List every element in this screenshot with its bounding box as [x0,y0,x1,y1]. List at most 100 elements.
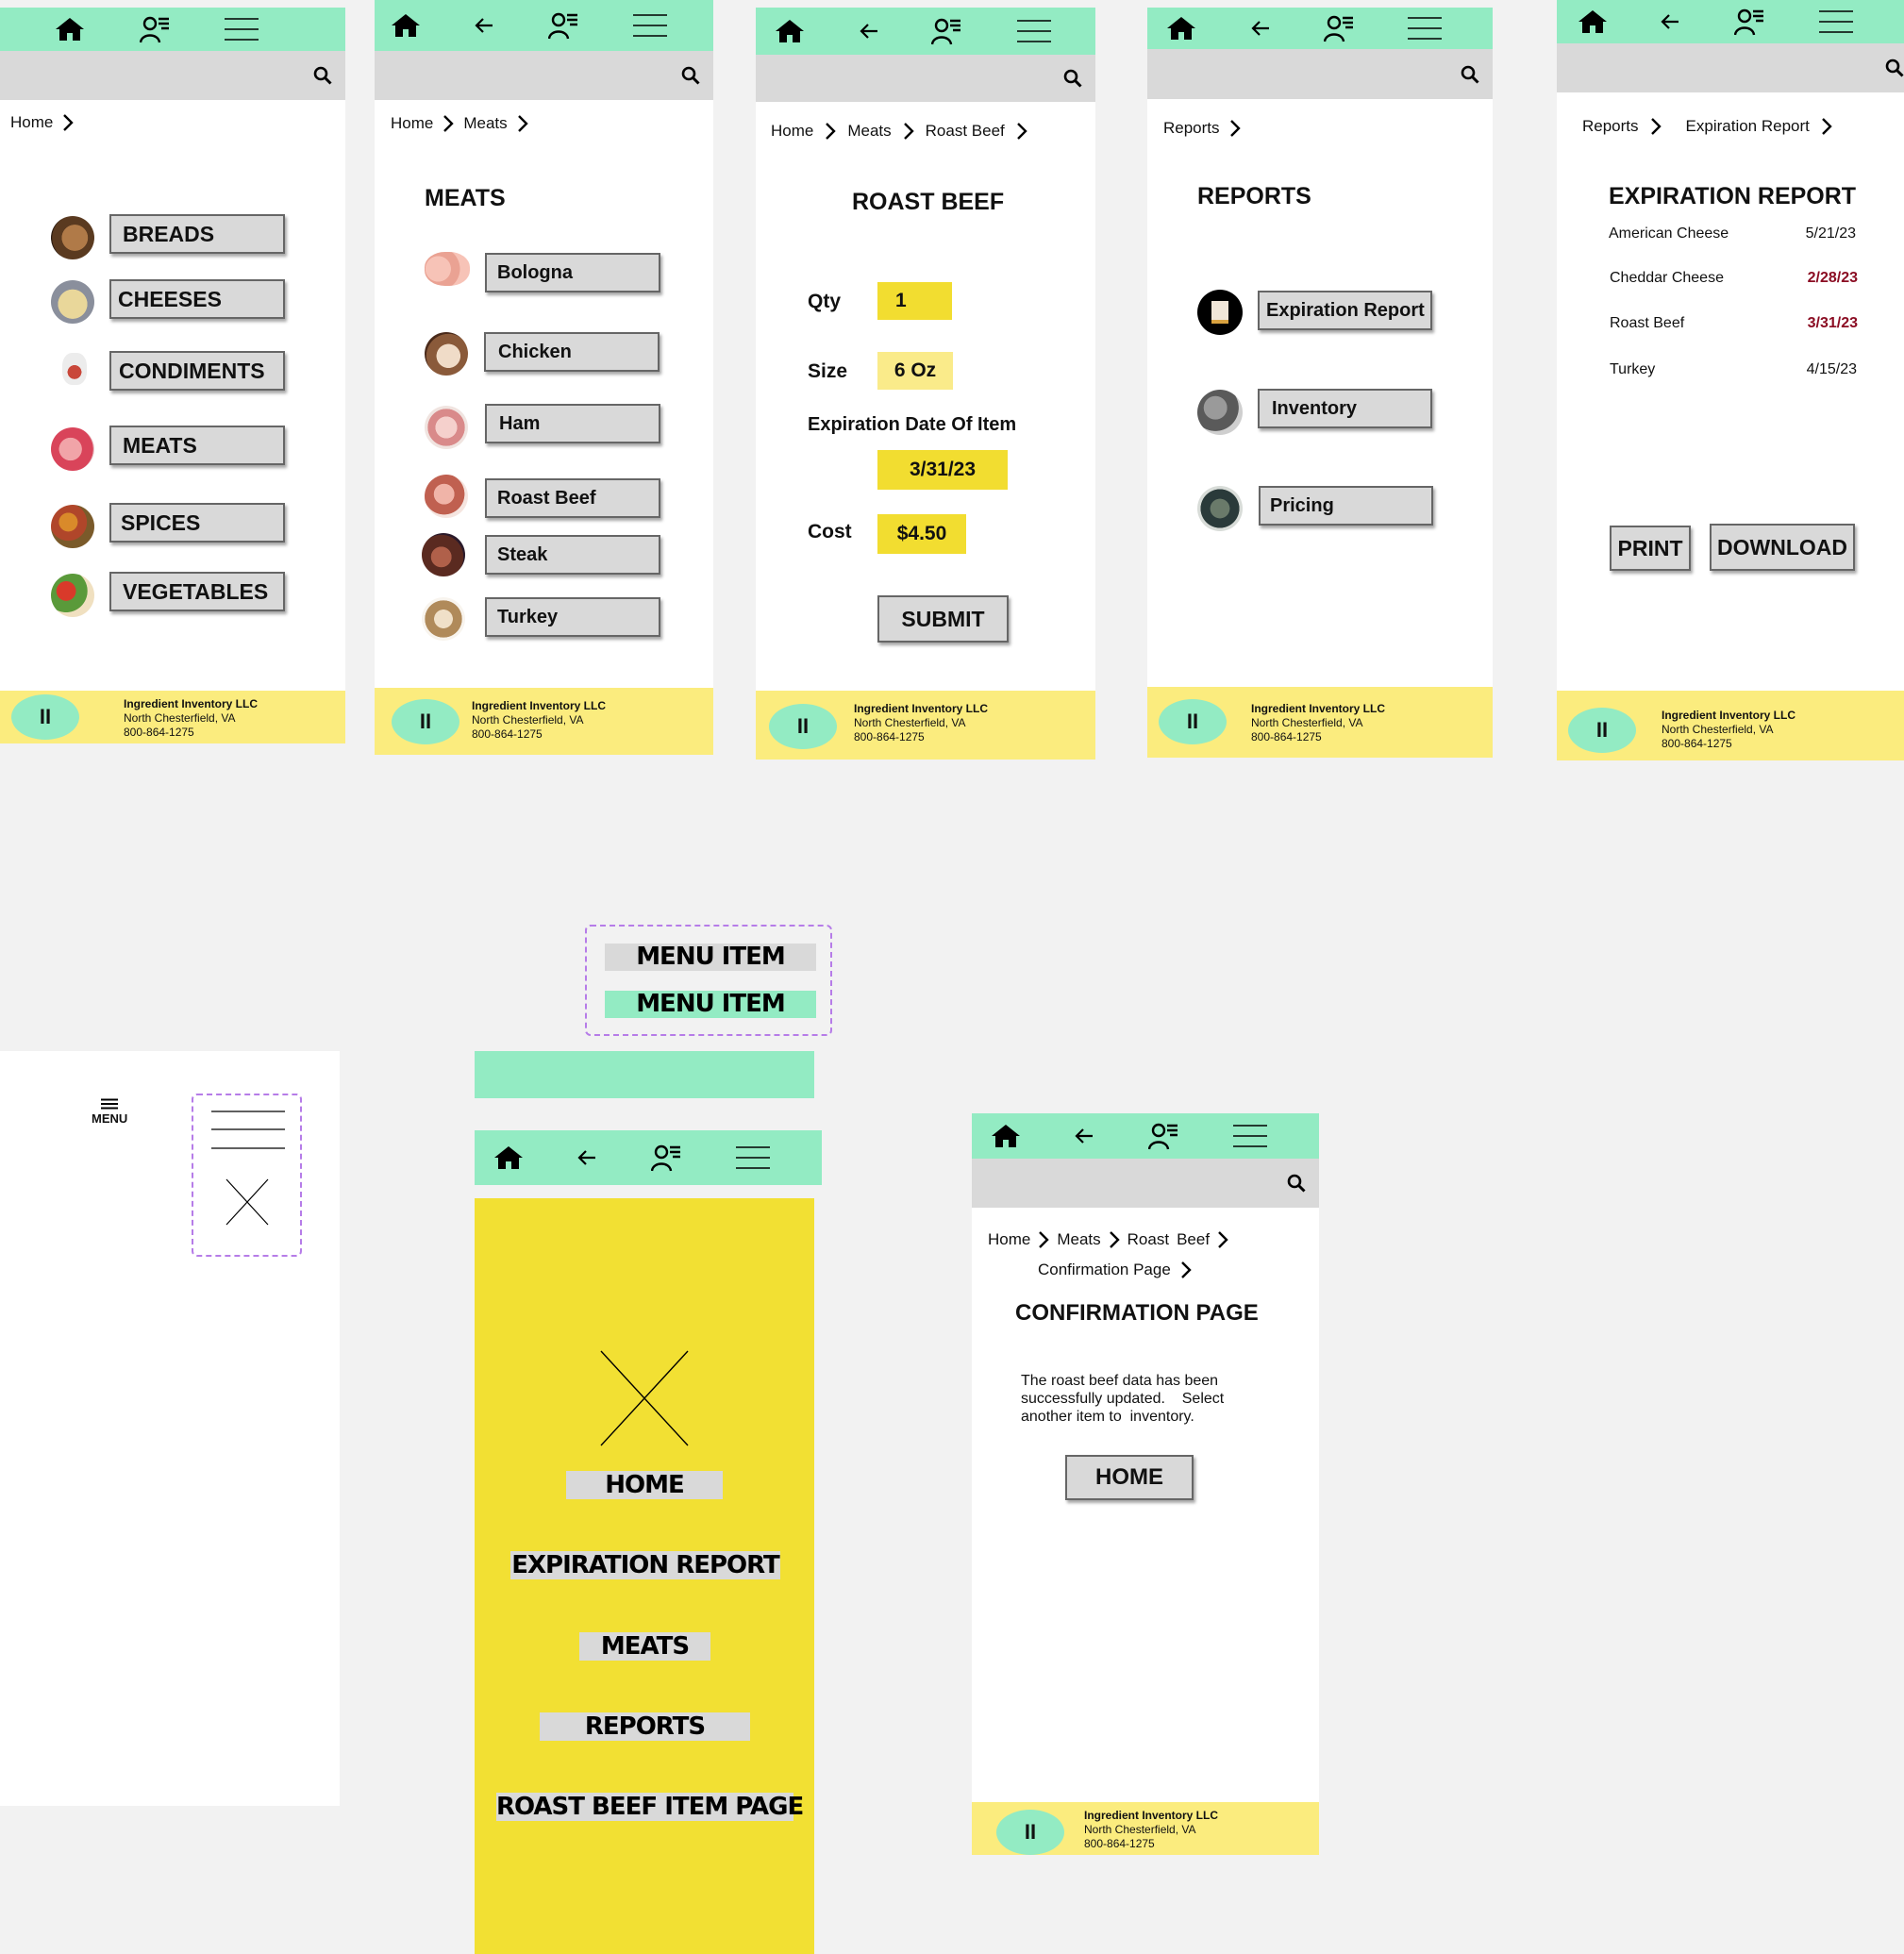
menu-item-hover[interactable]: MENU ITEM [605,991,816,1018]
back-arrow-icon[interactable] [1251,20,1270,37]
home-icon[interactable] [1578,9,1608,34]
search-bar[interactable] [1557,43,1904,92]
category-breads-button[interactable]: BREADS [109,214,285,254]
meat-ham-button[interactable]: Ham [485,404,660,443]
search-bar[interactable] [756,55,1095,102]
pricing-button[interactable]: Pricing [1259,486,1433,526]
home-icon[interactable] [991,1124,1021,1148]
user-list-icon[interactable] [1733,8,1764,36]
back-arrow-icon[interactable] [577,1149,596,1166]
meat-steak-button[interactable]: Steak [485,535,660,575]
back-arrow-icon[interactable] [1661,13,1679,30]
home-button[interactable]: HOME [1065,1455,1194,1500]
search-icon[interactable] [1063,69,1082,88]
expiration-field[interactable]: 3/31/23 [877,450,1008,490]
pause-button[interactable]: II [392,699,459,744]
breadcrumb-roast-beef[interactable]: Roast Beef [926,122,1005,141]
category-cheeses-button[interactable]: CHEESES [109,279,285,319]
expiration-report-button[interactable]: Expiration Report [1258,291,1432,330]
category-meats-button[interactable]: MEATS [109,426,285,465]
category-condiments-button[interactable]: CONDIMENTS [109,351,285,391]
home-icon[interactable] [493,1145,524,1170]
pause-button[interactable]: II [1568,708,1636,753]
cost-field[interactable]: $4.50 [877,514,966,554]
hamburger-icon[interactable] [633,13,667,38]
home-icon[interactable] [55,17,85,42]
breadcrumb-meats[interactable]: Meats [847,122,891,141]
download-button[interactable]: DOWNLOAD [1710,524,1855,571]
breadcrumb-home[interactable]: Home [391,114,433,133]
user-list-icon[interactable] [1323,14,1354,42]
print-button[interactable]: PRINT [1610,526,1691,571]
close-icon[interactable] [599,1349,690,1447]
hamburger-icon[interactable] [1233,1124,1267,1148]
search-bar[interactable] [375,51,713,100]
search-icon[interactable] [1461,65,1479,84]
steak-thumbnail [422,533,465,576]
breadcrumb-roast[interactable]: Roast [1127,1230,1169,1249]
bread-thumbnail [51,216,94,259]
home-icon[interactable] [775,19,805,43]
category-spices-button[interactable]: SPICES [109,503,285,543]
search-icon[interactable] [1885,58,1904,77]
search-icon[interactable] [681,66,700,85]
search-bar[interactable] [972,1159,1319,1208]
meat-turkey-button[interactable]: Turkey [485,597,660,637]
menu-item-default[interactable]: MENU ITEM [605,944,816,971]
menu-link-expiration-report[interactable]: EXPIRATION REPORT [510,1551,780,1579]
pause-button[interactable]: II [1159,699,1227,744]
search-icon[interactable] [313,66,332,85]
breadcrumb-home[interactable]: Home [988,1230,1030,1249]
user-list-icon[interactable] [1147,1122,1178,1150]
user-list-icon[interactable] [930,17,961,45]
pause-button[interactable]: II [769,704,837,749]
nav-bar [1147,8,1493,49]
back-arrow-icon[interactable] [1075,1127,1094,1144]
menu-link-roast-beef-item-page[interactable]: ROAST BEEF ITEM PAGE [496,1793,804,1821]
meat-roast-beef-button[interactable]: Roast Beef [485,478,660,518]
home-icon[interactable] [1166,16,1196,41]
breadcrumb-home[interactable]: Home [771,122,813,141]
pause-button[interactable]: II [11,694,79,740]
user-list-icon[interactable] [650,1144,681,1172]
chevron-right-icon [517,114,528,133]
home-icon[interactable] [391,13,421,38]
breadcrumb-reports[interactable]: Reports [1582,117,1639,136]
search-icon[interactable] [1287,1174,1306,1193]
meat-bologna-button[interactable]: Bologna [485,253,660,292]
user-list-icon[interactable] [547,11,578,40]
nav-bar [972,1113,1319,1159]
company-city: North Chesterfield, VA [124,711,236,725]
menu-link-meats[interactable]: MEATS [579,1632,710,1661]
cost-label: Cost [808,521,852,543]
category-vegetables-button[interactable]: VEGETABLES [109,572,285,611]
hamburger-icon[interactable] [1017,19,1051,43]
hamburger-icon[interactable] [225,17,259,42]
search-bar[interactable] [1147,49,1493,99]
hamburger-icon[interactable] [736,1145,770,1170]
size-field[interactable]: 6 Oz [877,352,953,390]
company-name: Ingredient Inventory LLC [1084,1809,1219,1822]
breadcrumb-reports[interactable]: Reports [1163,119,1220,138]
menu-link-reports[interactable]: REPORTS [540,1712,750,1741]
inventory-button[interactable]: Inventory [1258,389,1432,428]
breadcrumb-meats[interactable]: Meats [1057,1230,1100,1249]
qty-field[interactable]: 1 [877,282,952,320]
breadcrumb-home[interactable]: Home [10,113,53,132]
breadcrumb-meats[interactable]: Meats [463,114,507,133]
back-arrow-icon[interactable] [475,17,493,34]
user-list-icon[interactable] [139,15,170,43]
breadcrumb-confirmation[interactable]: Confirmation Page [1038,1261,1171,1279]
back-arrow-icon[interactable] [860,23,878,40]
pause-button[interactable]: II [996,1810,1064,1855]
menu-toggle[interactable]: MENU [92,1098,127,1126]
meat-chicken-button[interactable]: Chicken [484,332,660,372]
hamburger-icon[interactable] [1408,16,1442,41]
menu-link-home[interactable]: HOME [566,1471,723,1499]
breadcrumb-beef[interactable]: Beef [1177,1230,1210,1249]
search-bar[interactable] [0,51,345,100]
chevron-right-icon [1109,1230,1120,1249]
breadcrumb-expiration-report[interactable]: Expiration Report [1686,117,1810,136]
submit-button[interactable]: SUBMIT [877,595,1009,643]
hamburger-icon[interactable] [1819,9,1853,34]
